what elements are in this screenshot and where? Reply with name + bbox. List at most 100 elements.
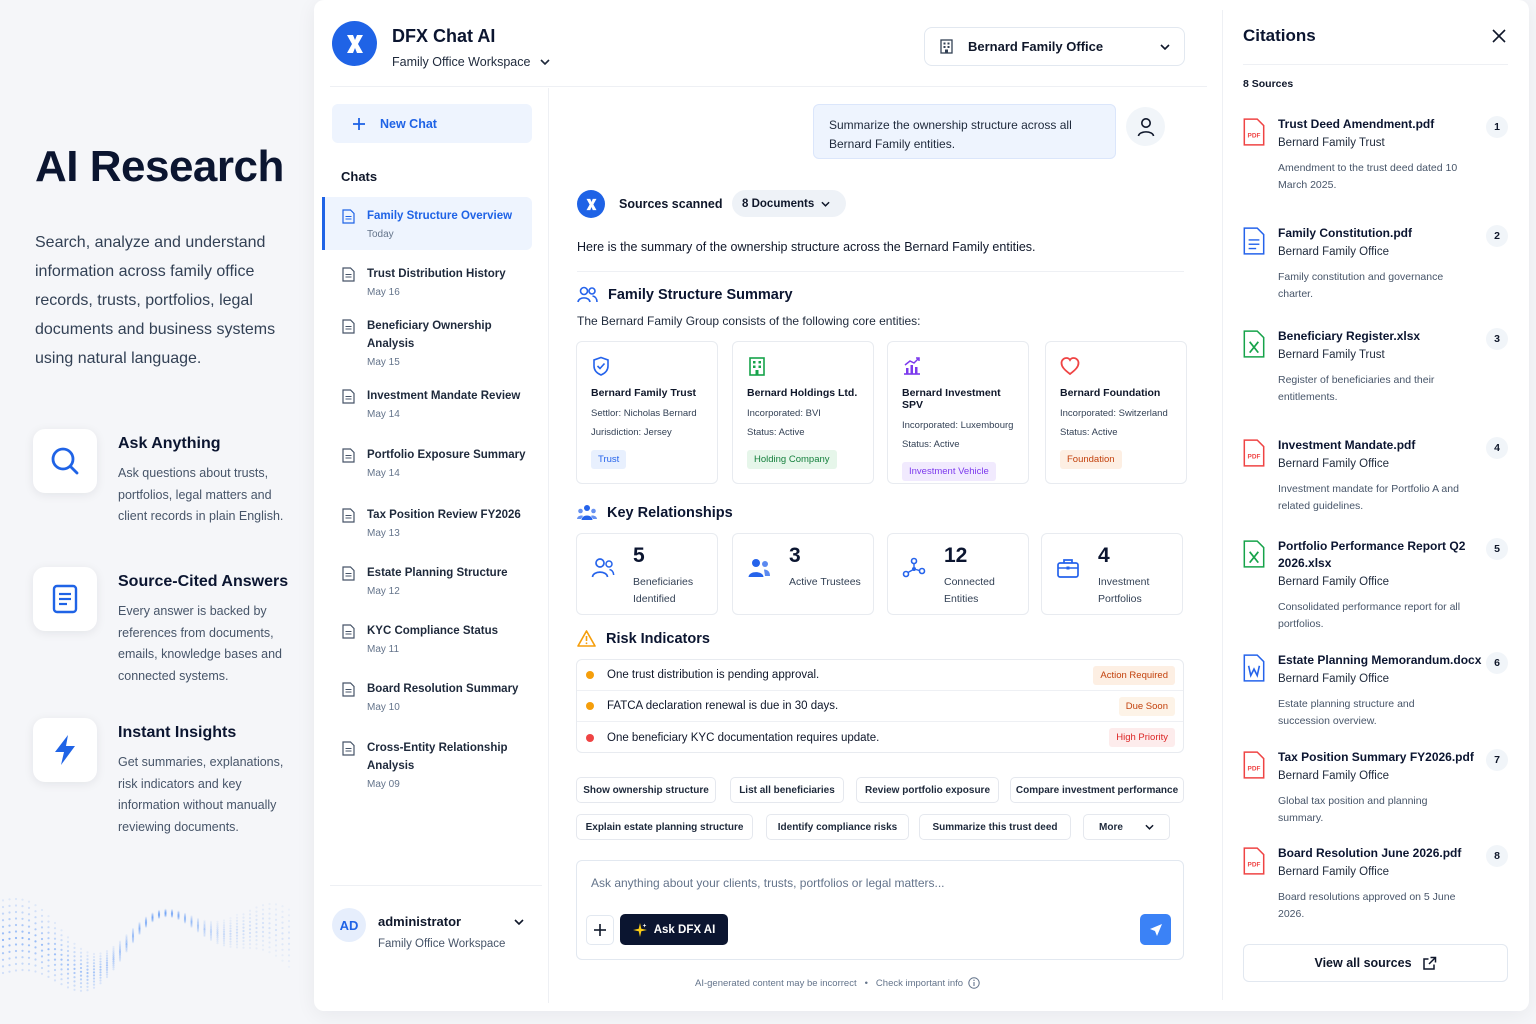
suggestion-chip[interactable]: Compare investment performance: [1010, 777, 1184, 803]
citation-item[interactable]: Beneficiary Register.xlsx Bernard Family …: [1243, 328, 1513, 418]
user-menu[interactable]: AD administrator Family Office Workspace: [332, 906, 532, 956]
citation-description: Register of beneficiaries and their enti…: [1278, 374, 1435, 403]
structure-title: Family Structure Summary: [608, 286, 793, 303]
risk-item: One trust distribution is pending approv…: [577, 660, 1183, 691]
attach-button[interactable]: [586, 915, 614, 945]
search-icon: [33, 429, 97, 493]
citation-item[interactable]: Estate Planning Memorandum.docx Bernard F…: [1243, 652, 1513, 742]
user-message: Summarize the ownership structure across…: [813, 104, 1116, 159]
citations-divider: [1222, 10, 1223, 1000]
suggestion-label: More: [1099, 821, 1123, 833]
relationship-stat-card: 12 Connected Entities: [887, 533, 1029, 615]
feature-description: Every answer is backed by references fro…: [118, 604, 282, 683]
citation-number: 1: [1486, 116, 1508, 138]
risk-text: FATCA declaration renewal is due in 30 d…: [607, 700, 839, 712]
svg-text:PDF: PDF: [1248, 453, 1261, 460]
chevron-down-icon: [540, 59, 551, 65]
suggestion-chip[interactable]: More: [1083, 814, 1170, 840]
workspace-selector[interactable]: Family Office Workspace: [392, 55, 551, 69]
suggestion-chip[interactable]: Review portfolio exposure: [856, 777, 999, 803]
feature-title: Source-Cited Answers: [118, 573, 289, 590]
entity-card[interactable]: Bernard Holdings Ltd. Incorporated: BVI St…: [732, 341, 874, 484]
entity-status: Status: Active: [902, 439, 960, 450]
briefcase-icon: [1057, 559, 1079, 578]
chat-history-item[interactable]: Board Resolution Summary May 10: [322, 680, 532, 713]
entity-status: Status: Active: [1060, 427, 1118, 438]
chevron-down-icon: [821, 201, 830, 207]
citation-item[interactable]: PDF Tax Position Summary FY2026.pdf Bernar…: [1243, 749, 1513, 839]
entity-card[interactable]: Bernard Family Trust Settlor: Nicholas Be…: [576, 341, 718, 484]
suggestion-chip[interactable]: Identify compliance risks: [766, 814, 909, 840]
chat-history-item[interactable]: Beneficiary Ownership Analysis May 15: [322, 317, 532, 368]
entity-type-badge: Investment Vehicle: [902, 462, 996, 481]
feature-title: Ask Anything: [118, 435, 221, 452]
chat-document-icon: [342, 319, 355, 334]
warning-icon: [577, 630, 596, 647]
info-icon: [968, 977, 980, 989]
svg-text:PDF: PDF: [1248, 861, 1261, 868]
feature-source-cited: Source-Cited Answers Every answer is bac…: [33, 567, 293, 687]
chat-item-body: KYC Compliance Status May 11: [367, 622, 532, 655]
citation-item[interactable]: PDF Board Resolution June 2026.pdf Bernard…: [1243, 845, 1513, 935]
user-group-icon: [577, 505, 597, 520]
citation-number: 4: [1486, 437, 1508, 459]
chat-history-item[interactable]: KYC Compliance Status May 11: [322, 622, 532, 655]
stat-number: 3: [789, 544, 801, 567]
citation-entity: Bernard Family Trust: [1278, 137, 1385, 149]
entity-card[interactable]: Bernard Investment SPV Incorporated: Luxe…: [887, 341, 1029, 484]
check-info-link[interactable]: Check important info: [876, 978, 963, 989]
entity-name: Bernard Foundation: [1060, 387, 1161, 399]
risk-text: One beneficiary KYC documentation requir…: [607, 731, 880, 744]
documents-dropdown[interactable]: 8 Documents: [732, 190, 846, 217]
chat-history-item[interactable]: Estate Planning Structure May 12: [322, 564, 532, 597]
feature-instant-insights: Instant Insights Get summaries, explanat…: [33, 718, 293, 838]
network-icon: [902, 557, 926, 578]
bullet-separator: •: [864, 977, 868, 989]
citation-item[interactable]: PDF Investment Mandate.pdf Bernard Family …: [1243, 437, 1513, 527]
lightning-icon: [33, 718, 97, 782]
suggestion-label: Compare investment performance: [1015, 784, 1179, 796]
citations-count: 8 Sources: [1243, 78, 1294, 90]
citation-title: Board Resolution June 2026.pdf: [1278, 846, 1462, 860]
chevron-down-icon: [1160, 43, 1170, 50]
citation-entity: Bernard Family Office: [1278, 458, 1389, 470]
suggestion-chip[interactable]: Summarize this trust deed: [919, 814, 1071, 840]
chat-document-icon: [342, 267, 355, 282]
entity-selector[interactable]: Bernard Family Office: [924, 27, 1185, 66]
entity-detail: Settlor: Nicholas Bernard: [591, 408, 697, 419]
citation-number: 3: [1486, 328, 1508, 350]
citation-number: 2: [1486, 225, 1508, 247]
suggestion-chip[interactable]: Show ownership structure: [576, 777, 716, 803]
citation-item[interactable]: Portfolio Performance Report Q2 2026.xls…: [1243, 538, 1513, 630]
sources-scanned-label: Sources scanned: [619, 197, 723, 211]
header-divider: [330, 86, 1207, 87]
composer: Ask anything about your clients, trusts,…: [576, 860, 1184, 960]
suggestion-label: Explain estate planning structure: [585, 821, 744, 833]
citation-item[interactable]: Family Constitution.pdf Bernard Family Of…: [1243, 225, 1513, 315]
citation-item[interactable]: PDF Trust Deed Amendment.pdf Bernard Famil…: [1243, 116, 1513, 206]
send-button[interactable]: [1140, 914, 1171, 945]
chat-history-item[interactable]: Trust Distribution History May 16: [322, 265, 532, 298]
entity-card[interactable]: Bernard Foundation Incorporated: Switzerl…: [1045, 341, 1187, 484]
ask-dfx-ai-button[interactable]: Ask DFX AI: [620, 914, 728, 945]
citation-entity: Bernard Family Office: [1278, 770, 1389, 782]
new-chat-button[interactable]: New Chat: [332, 104, 532, 143]
citation-title: Portfolio Performance Report Q2 2026.xls…: [1278, 539, 1466, 570]
chat-history-item[interactable]: Family Structure Overview Today: [322, 197, 532, 250]
entity-type-badge: Trust: [591, 450, 627, 469]
chat-history-item[interactable]: Cross-Entity Relationship Analysis May 09: [322, 739, 532, 790]
suggestion-chip[interactable]: Explain estate planning structure: [576, 814, 753, 840]
new-chat-label: New Chat: [380, 116, 437, 131]
sidebar-divider: [548, 88, 549, 1003]
chat-history-item[interactable]: Investment Mandate Review May 14: [322, 387, 532, 420]
chat-history-item[interactable]: Portfolio Exposure Summary May 14: [322, 446, 532, 479]
chat-item-date: Today: [367, 229, 394, 240]
composer-input[interactable]: Ask anything about your clients, trusts,…: [591, 876, 945, 890]
app-title: DFX Chat AI: [392, 26, 496, 46]
close-icon[interactable]: [1491, 28, 1507, 44]
chat-history-item[interactable]: Tax Position Review FY2026 May 13: [322, 506, 532, 539]
relationship-stat-card: 4 Investment Portfolios: [1041, 533, 1183, 615]
view-all-sources-button[interactable]: View all sources: [1243, 944, 1508, 982]
suggestion-chip[interactable]: List all beneficiaries: [730, 777, 844, 803]
citation-entity: Bernard Family Trust: [1278, 349, 1385, 361]
